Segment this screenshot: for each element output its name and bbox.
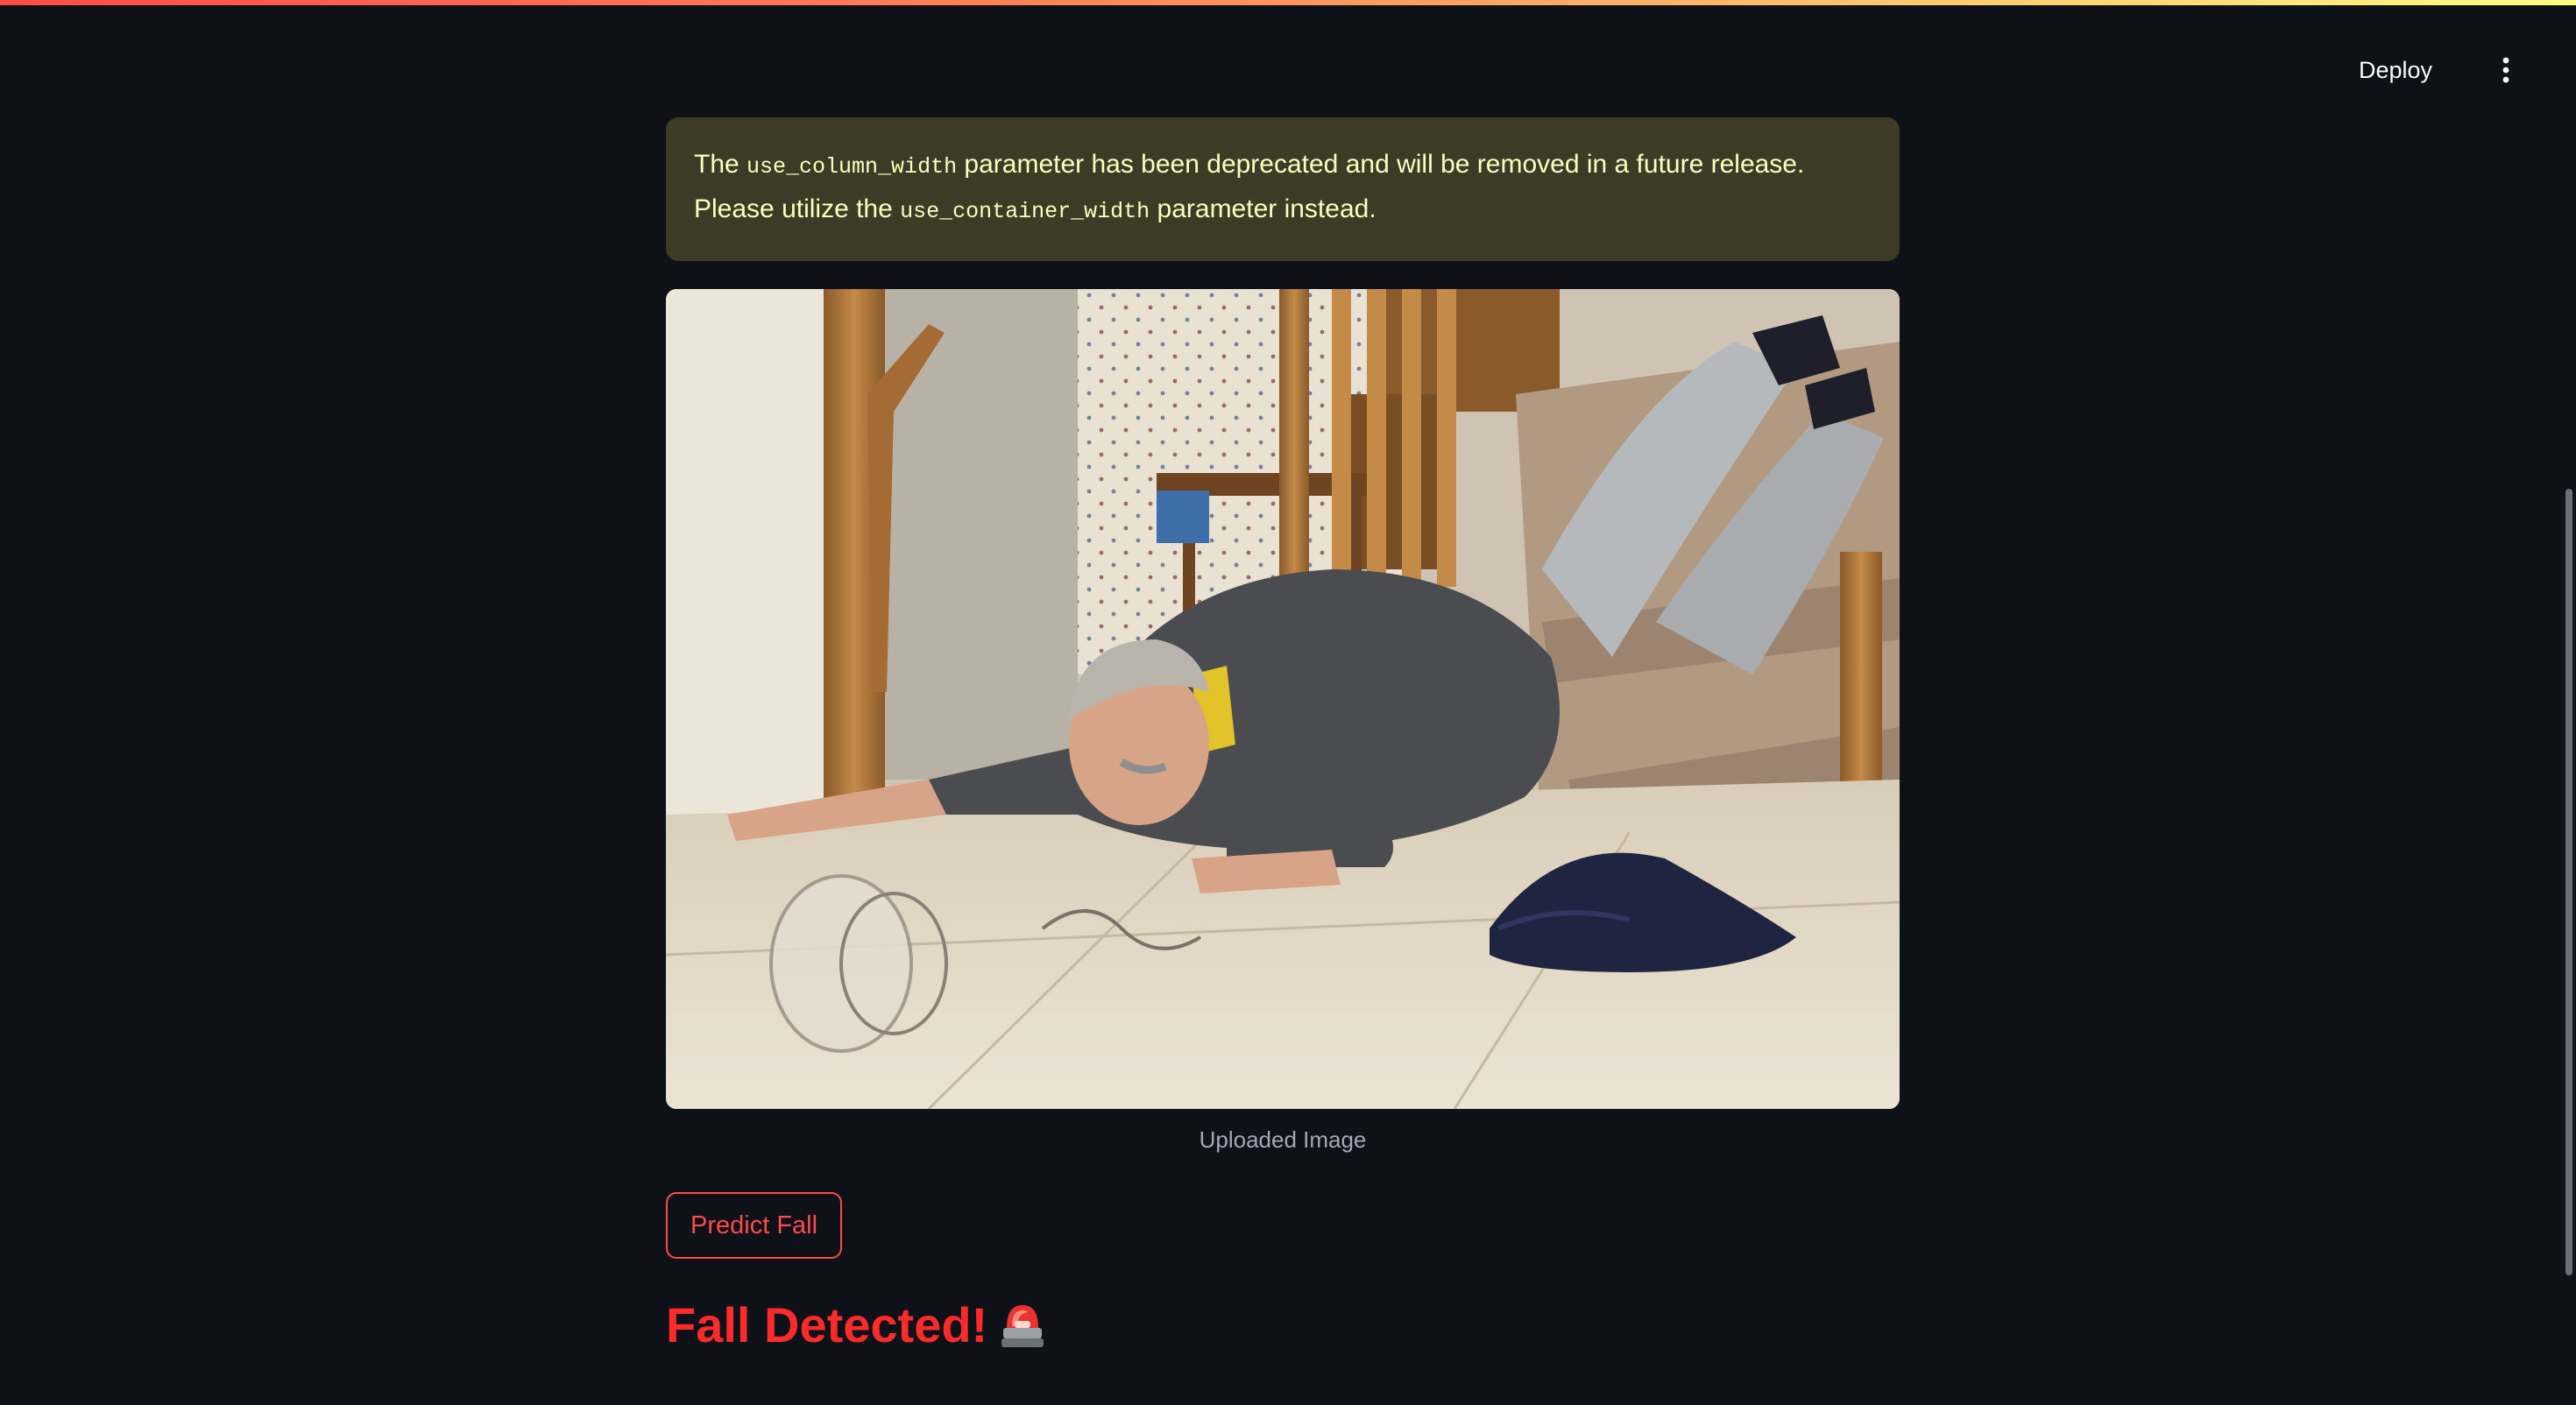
deploy-button[interactable]: Deploy <box>2343 46 2448 95</box>
result-title: Fall Detected! <box>666 1297 988 1352</box>
alert-code-use-column-width: use_column_width <box>747 154 958 180</box>
deprecation-warning-alert: The use_column_width parameter has been … <box>666 117 1900 261</box>
uploaded-image <box>666 289 1900 1109</box>
main-content: The use_column_width parameter has been … <box>666 117 1900 1355</box>
streamlit-app: Deploy The use_column_width parameter ha… <box>0 0 2576 1405</box>
alert-text-3: parameter instead. <box>1150 194 1376 223</box>
deploy-button-label: Deploy <box>2358 56 2432 83</box>
scrollbar-thumb[interactable] <box>2565 489 2572 1275</box>
app-header: Deploy <box>0 5 2576 119</box>
scrollbar-track[interactable] <box>2562 5 2576 1405</box>
image-caption: Uploaded Image <box>1199 1126 1367 1153</box>
predict-fall-button-label: Predict Fall <box>690 1211 818 1239</box>
alert-text-1: The <box>694 150 747 179</box>
uploaded-photo-illustration <box>666 289 1900 1109</box>
rotating-light-icon <box>1001 1305 1044 1347</box>
vertical-ellipsis-icon <box>2502 57 2509 83</box>
alert-code-use-container-width: use_container_width <box>900 199 1150 224</box>
main-menu-button[interactable] <box>2481 46 2530 95</box>
predict-fall-button[interactable]: Predict Fall <box>666 1192 843 1259</box>
prediction-result: Fall Detected! <box>666 1296 1900 1355</box>
